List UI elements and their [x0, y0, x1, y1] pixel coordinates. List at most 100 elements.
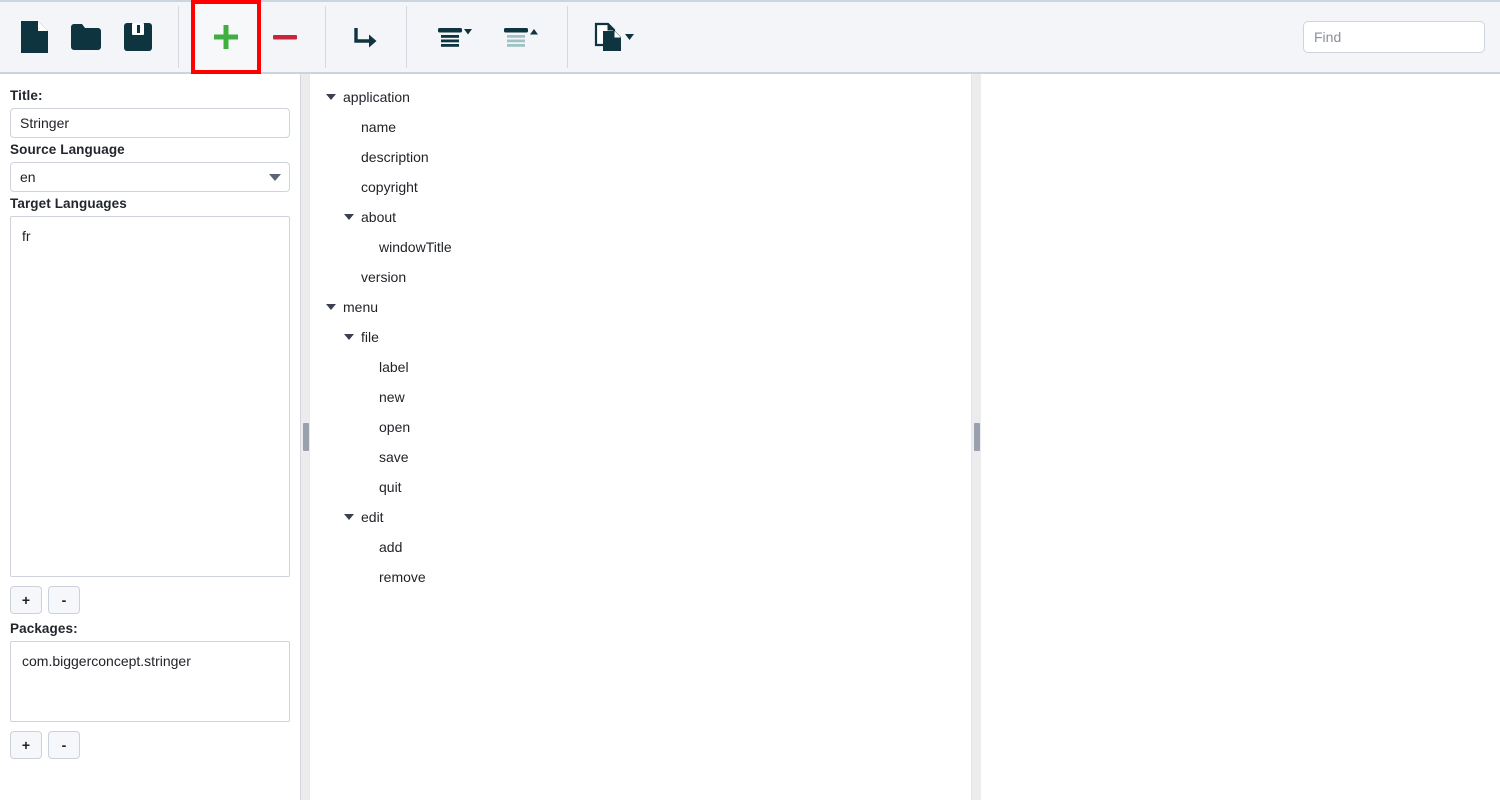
detail-panel[interactable] — [980, 74, 1500, 800]
toolbar-separator-4 — [567, 6, 568, 68]
tree-node-label: quit — [379, 479, 402, 495]
toolbar-group-move — [340, 2, 392, 72]
splitter-left[interactable] — [300, 74, 310, 800]
tree-node-label: about — [361, 209, 397, 225]
find-input[interactable] — [1303, 21, 1485, 53]
expand-all-button[interactable] — [487, 11, 553, 63]
source-language-select[interactable] — [10, 162, 290, 192]
new-file-button[interactable] — [8, 11, 60, 63]
tree-node[interactable]: name — [310, 112, 971, 142]
tree-node-spacer — [360, 390, 374, 404]
tree-rows-container: application name description copyright about… — [310, 82, 971, 592]
tree-node-label: menu — [343, 299, 379, 315]
tree-node[interactable]: remove — [310, 562, 971, 592]
tree-node[interactable]: open — [310, 412, 971, 442]
tree-node-spacer — [342, 180, 356, 194]
chevron-down-icon[interactable] — [342, 330, 356, 344]
packages-buttons: + - — [10, 731, 290, 759]
folder-icon — [70, 22, 102, 52]
list-item[interactable]: fr — [11, 224, 289, 248]
tree-node-spacer — [342, 270, 356, 284]
tree-node[interactable]: file — [310, 322, 971, 352]
add-target-language-button[interactable]: + — [10, 586, 42, 614]
open-file-button[interactable] — [60, 11, 112, 63]
collapse-all-button[interactable] — [421, 11, 487, 63]
tree-node-label: name — [361, 119, 397, 135]
remove-button[interactable] — [259, 11, 311, 63]
minus-icon — [270, 22, 300, 52]
save-file-button[interactable] — [112, 11, 164, 63]
tree-node[interactable]: save — [310, 442, 971, 472]
chevron-down-icon[interactable] — [342, 510, 356, 524]
packages-label: Packages: — [10, 621, 78, 636]
strings-tree[interactable]: application name description copyright about… — [310, 74, 971, 800]
tree-node-spacer — [342, 150, 356, 164]
tree-node[interactable]: edit — [310, 502, 971, 532]
tree-node-label: new — [379, 389, 405, 405]
copy-pages-icon — [594, 21, 636, 53]
tree-node-label: edit — [361, 509, 384, 525]
toolbar-group-file — [8, 2, 164, 72]
list-item[interactable]: com.biggerconcept.stringer — [11, 649, 289, 673]
tree-node-label: windowTitle — [379, 239, 452, 255]
tree-node-label: version — [361, 269, 407, 285]
tree-node-label: label — [379, 359, 409, 375]
arrow-turn-right-icon — [351, 22, 381, 52]
target-languages-list[interactable]: fr — [10, 216, 290, 577]
splitter-right[interactable] — [970, 74, 981, 800]
tree-node-label: remove — [379, 569, 426, 585]
tree-node-label: copyright — [361, 179, 418, 195]
toolbar-separator-2 — [325, 6, 326, 68]
toolbar-group-edit — [191, 0, 311, 74]
plus-icon — [211, 22, 241, 52]
remove-target-language-button[interactable]: - — [48, 586, 80, 614]
toolbar-separator-3 — [406, 6, 407, 68]
target-languages-label: Target Languages — [10, 196, 127, 211]
tree-node-spacer — [360, 540, 374, 554]
application-window: Title: Source Language Target Languages … — [0, 0, 1500, 800]
chevron-down-icon[interactable] — [324, 90, 338, 104]
add-button[interactable] — [191, 0, 261, 74]
toolbar-group-tree — [421, 2, 553, 72]
main-content-area: Title: Source Language Target Languages … — [0, 74, 1500, 800]
tree-node-label: description — [361, 149, 429, 165]
tree-node-spacer — [360, 360, 374, 374]
properties-panel: Title: Source Language Target Languages … — [0, 74, 300, 800]
tree-node[interactable]: version — [310, 262, 971, 292]
tree-node[interactable]: new — [310, 382, 971, 412]
tree-node[interactable]: add — [310, 532, 971, 562]
tree-node[interactable]: copyright — [310, 172, 971, 202]
tree-node[interactable]: quit — [310, 472, 971, 502]
tree-node-spacer — [360, 420, 374, 434]
tree-node[interactable]: label — [310, 352, 971, 382]
tree-node-label: add — [379, 539, 403, 555]
source-language-label: Source Language — [10, 142, 125, 157]
tree-node-label: file — [361, 329, 379, 345]
target-languages-buttons: + - — [10, 586, 290, 614]
title-label: Title: — [10, 88, 43, 103]
main-toolbar — [0, 0, 1500, 74]
chevron-down-icon[interactable] — [324, 300, 338, 314]
tree-node-spacer — [342, 120, 356, 134]
tree-node[interactable]: description — [310, 142, 971, 172]
remove-package-button[interactable]: - — [48, 731, 80, 759]
duplicate-button[interactable] — [582, 11, 648, 63]
tree-node[interactable]: menu — [310, 292, 971, 322]
floppy-disk-icon — [123, 22, 153, 52]
packages-list[interactable]: com.biggerconcept.stringer — [10, 641, 290, 722]
tree-node-spacer — [360, 480, 374, 494]
tree-node-label: save — [379, 449, 409, 465]
move-button[interactable] — [340, 11, 392, 63]
add-package-button[interactable]: + — [10, 731, 42, 759]
title-input[interactable] — [10, 108, 290, 138]
tree-node[interactable]: windowTitle — [310, 232, 971, 262]
tree-node[interactable]: application — [310, 82, 971, 112]
toolbar-group-duplicate — [582, 2, 648, 72]
chevron-down-icon[interactable] — [342, 210, 356, 224]
tree-node-spacer — [360, 450, 374, 464]
toolbar-separator-1 — [178, 6, 179, 68]
tree-node[interactable]: about — [310, 202, 971, 232]
splitter-grip-icon — [303, 423, 309, 451]
expand-icon — [501, 23, 539, 51]
tree-node-label: application — [343, 89, 410, 105]
